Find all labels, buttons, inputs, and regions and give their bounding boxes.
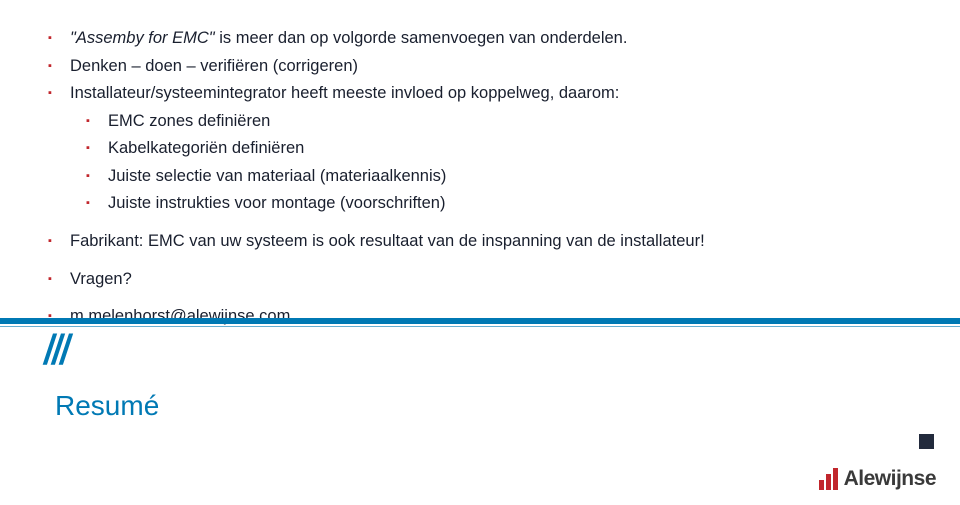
bullet-list: Vragen? [70,267,910,293]
bullet-text: is meer dan op volgorde samenvoegen van … [215,29,628,47]
bullet-list: "Assemby for EMC" is meer dan op volgord… [70,26,910,217]
bullet-subitem: EMC zones definiëren [108,109,910,135]
bullet-text: Juiste selectie van materiaal (materiaal… [108,167,446,185]
bullet-text: Juiste instrukties voor montage (voorsch… [108,194,445,212]
bullet-sublist: EMC zones definiëren Kabelkategoriën def… [70,109,910,217]
slide-title: Resumé [55,390,159,422]
logo-text: Alewijnse [844,467,936,491]
bullet-text: Denken – doen – verifiëren (corrigeren) [70,57,358,75]
bullet-quote: "Assemby for EMC" [70,29,215,47]
brand-logo: Alewijnse [819,467,936,491]
bullet-list: Fabrikant: EMC van uw systeem is ook res… [70,229,910,255]
slide-content: "Assemby for EMC" is meer dan op volgord… [0,0,960,330]
bullet-item: Vragen? [70,267,910,293]
bullet-item: "Assemby for EMC" is meer dan op volgord… [70,26,910,52]
bullet-text: Fabrikant: EMC van uw systeem is ook res… [70,232,705,250]
divider-bar [0,318,960,324]
logo-mark-icon [819,468,838,490]
square-icon [919,434,934,449]
bullet-item: Denken – doen – verifiëren (corrigeren) [70,54,910,80]
bullet-subitem: Juiste instrukties voor montage (voorsch… [108,191,910,217]
hash-icon: /// [44,326,68,374]
bullet-subitem: Juiste selectie van materiaal (materiaal… [108,164,910,190]
bullet-item: Fabrikant: EMC van uw systeem is ook res… [70,229,910,255]
bullet-item: Installateur/systeemintegrator heeft mee… [70,81,910,217]
bullet-text: Kabelkategoriën definiëren [108,139,304,157]
divider-line [0,326,960,327]
bullet-subitem: Kabelkategoriën definiëren [108,136,910,162]
bullet-text: Vragen? [70,270,132,288]
bullet-text: Installateur/systeemintegrator heeft mee… [70,84,619,102]
bullet-text: EMC zones definiëren [108,112,270,130]
